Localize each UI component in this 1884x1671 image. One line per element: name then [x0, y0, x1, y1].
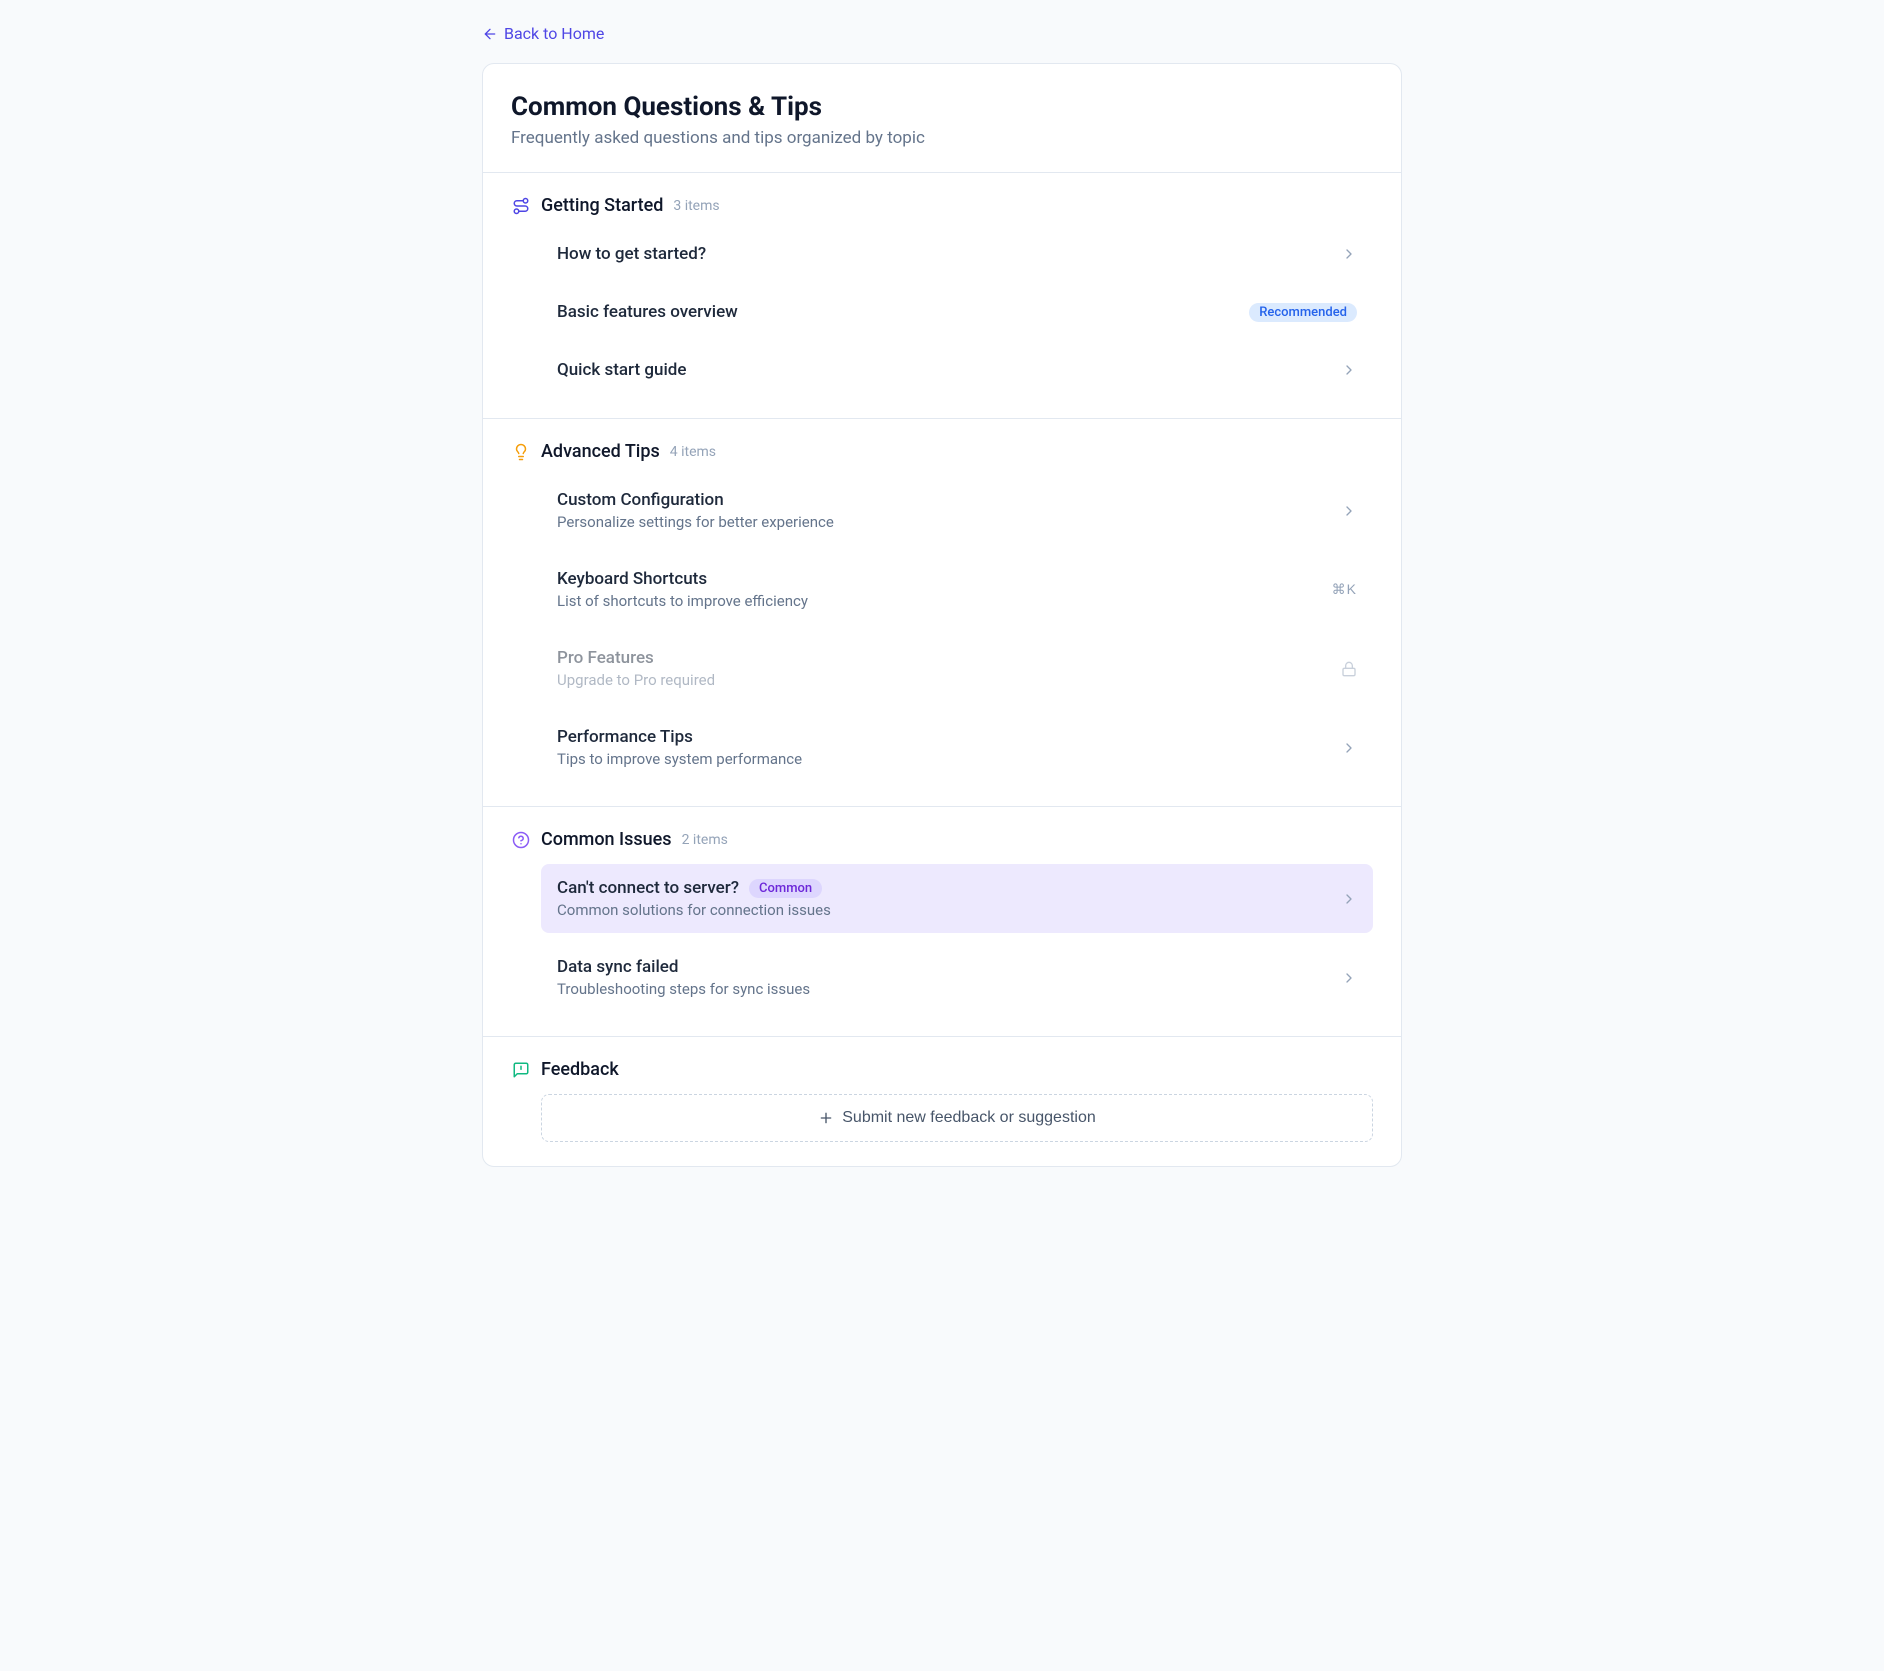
item-title: Keyboard Shortcuts: [557, 569, 707, 589]
keyboard-shortcut-label: ⌘K: [1332, 581, 1357, 598]
item-title: Basic features overview: [557, 302, 738, 322]
section-title: Getting Started: [541, 195, 663, 216]
message-square-icon: [511, 1060, 531, 1080]
faq-item[interactable]: Custom Configuration Personalize setting…: [541, 476, 1373, 545]
chevron-right-icon: [1341, 362, 1357, 378]
item-description: Upgrade to Pro required: [557, 671, 1341, 689]
item-description: List of shortcuts to improve efficiency: [557, 592, 1332, 610]
section-common-issues: Common Issues 2 items Can't connect to s…: [483, 806, 1401, 1036]
arrow-left-icon: [482, 26, 498, 42]
faq-item[interactable]: Quick start guide: [541, 346, 1373, 394]
item-title: Can't connect to server?: [557, 878, 739, 898]
section-title: Advanced Tips: [541, 441, 660, 462]
item-description: Tips to improve system performance: [557, 750, 1341, 768]
route-icon: [511, 196, 531, 216]
page-title: Common Questions & Tips: [511, 92, 1373, 122]
item-description: Personalize settings for better experien…: [557, 513, 1341, 531]
section-count: 4 items: [670, 444, 716, 460]
section-header-feedback: Feedback: [511, 1059, 1373, 1080]
submit-feedback-button[interactable]: Submit new feedback or suggestion: [541, 1094, 1373, 1142]
section-getting-started: Getting Started 3 items How to get start…: [483, 172, 1401, 418]
card-header: Common Questions & Tips Frequently asked…: [483, 64, 1401, 172]
item-title: Custom Configuration: [557, 490, 724, 510]
help-circle-icon: [511, 830, 531, 850]
faq-item[interactable]: Performance Tips Tips to improve system …: [541, 713, 1373, 782]
item-title: Data sync failed: [557, 957, 678, 977]
faq-item[interactable]: Data sync failed Troubleshooting steps f…: [541, 943, 1373, 1012]
faq-item[interactable]: Basic features overview Recommended: [541, 288, 1373, 336]
section-count: 2 items: [682, 832, 728, 848]
plus-icon: [818, 1110, 834, 1126]
faq-item-locked: Pro Features Upgrade to Pro required: [541, 634, 1373, 703]
item-title: Pro Features: [557, 648, 654, 668]
chevron-right-icon: [1341, 740, 1357, 756]
section-title: Feedback: [541, 1059, 619, 1080]
faq-card: Common Questions & Tips Frequently asked…: [482, 63, 1402, 1167]
common-badge: Common: [749, 879, 822, 898]
section-header-advanced-tips: Advanced Tips 4 items: [511, 441, 1373, 462]
chevron-right-icon: [1341, 503, 1357, 519]
chevron-right-icon: [1341, 246, 1357, 262]
section-advanced-tips: Advanced Tips 4 items Custom Configurati…: [483, 418, 1401, 806]
chevron-right-icon: [1341, 970, 1357, 986]
section-title: Common Issues: [541, 829, 672, 850]
page-subtitle: Frequently asked questions and tips orga…: [511, 128, 1373, 148]
section-header-getting-started: Getting Started 3 items: [511, 195, 1373, 216]
section-feedback: Feedback Submit new feedback or suggesti…: [483, 1036, 1401, 1166]
section-header-common-issues: Common Issues 2 items: [511, 829, 1373, 850]
item-description: Troubleshooting steps for sync issues: [557, 980, 1341, 998]
feedback-button-label: Submit new feedback or suggestion: [842, 1109, 1095, 1127]
item-description: Common solutions for connection issues: [557, 901, 1341, 919]
faq-item[interactable]: Can't connect to server? Common Common s…: [541, 864, 1373, 933]
item-title: Performance Tips: [557, 727, 693, 747]
item-title: Quick start guide: [557, 360, 686, 380]
recommended-badge: Recommended: [1249, 303, 1357, 322]
faq-item[interactable]: How to get started?: [541, 230, 1373, 278]
lightbulb-icon: [511, 442, 531, 462]
back-link-label: Back to Home: [504, 24, 604, 43]
lock-icon: [1341, 661, 1357, 677]
faq-item[interactable]: Keyboard Shortcuts List of shortcuts to …: [541, 555, 1373, 624]
item-title: How to get started?: [557, 244, 706, 264]
chevron-right-icon: [1341, 891, 1357, 907]
back-to-home-link[interactable]: Back to Home: [482, 20, 604, 47]
section-count: 3 items: [673, 198, 719, 214]
